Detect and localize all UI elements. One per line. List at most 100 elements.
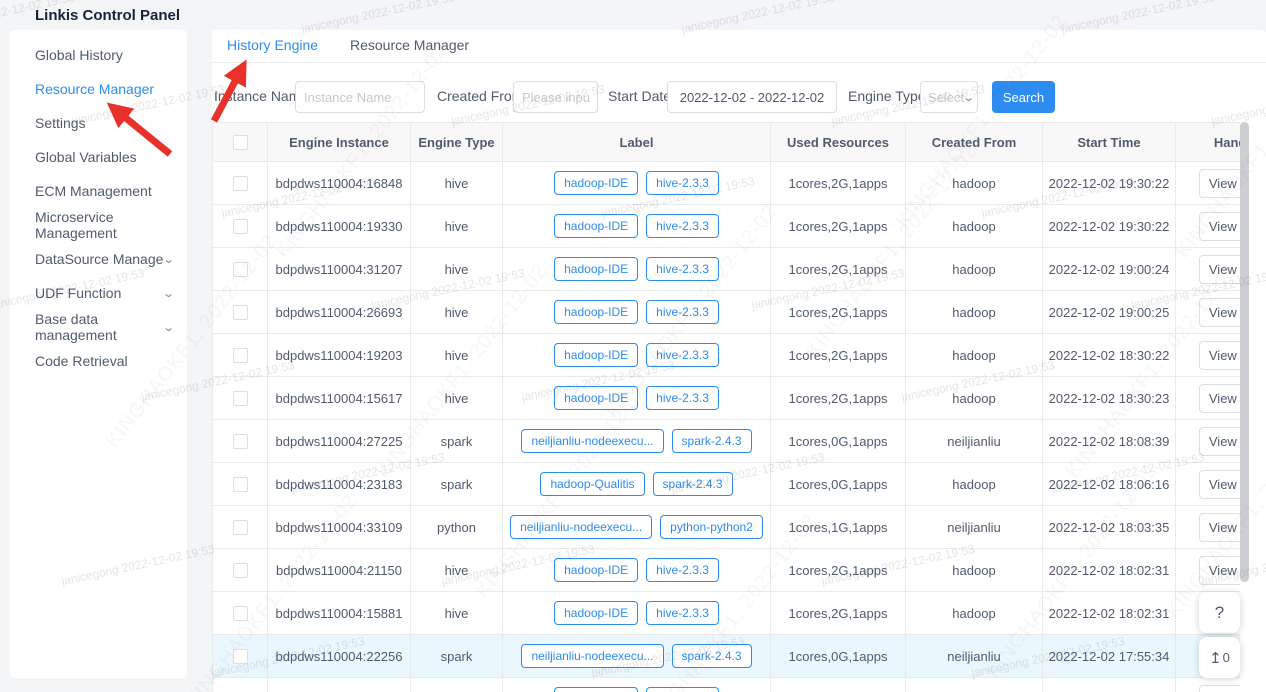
instance-name-input[interactable] <box>295 81 425 113</box>
label-tag[interactable]: hadoop-IDE <box>554 687 638 692</box>
engine-type-cell: hive <box>411 248 503 290</box>
row-checkbox[interactable] <box>233 520 248 535</box>
label-tag[interactable]: hive-2.3.3 <box>646 214 719 238</box>
view-log-button[interactable]: View Log <box>1199 298 1240 327</box>
label-tag[interactable]: hadoop-IDE <box>554 300 638 324</box>
scrollbar-thumb[interactable] <box>1240 122 1249 582</box>
label-tag[interactable]: neiljianliu-nodeexecu... <box>521 429 663 453</box>
created-from-input[interactable] <box>513 81 598 113</box>
sidebar-item-resource-manager[interactable]: Resource Manager <box>10 72 187 106</box>
row-checkbox[interactable] <box>233 649 248 664</box>
view-log-button[interactable]: View Log <box>1199 685 1240 692</box>
sidebar-item-global-variables[interactable]: Global Variables <box>10 140 187 174</box>
label-tag[interactable]: hadoop-IDE <box>554 386 638 410</box>
tab-history-engine[interactable]: History Engine <box>227 37 318 53</box>
label-tag[interactable]: hadoop-IDE <box>554 171 638 195</box>
sidebar-item-settings[interactable]: Settings <box>10 106 187 140</box>
engine-type-cell: hive <box>411 549 503 591</box>
start-time-cell: 2022-12-02 18:02:31 <box>1043 549 1176 591</box>
label-tag[interactable]: hadoop-IDE <box>554 343 638 367</box>
start-time-cell: 2022-12-02 18:06:16 <box>1043 463 1176 505</box>
sidebar-item-ecm-management[interactable]: ECM Management <box>10 174 187 208</box>
engine-instance-cell: bdpdws110004:19330 <box>268 205 411 247</box>
label-tag[interactable]: hive-2.3.3 <box>646 601 719 625</box>
label-tag[interactable]: python-python2 <box>660 515 763 539</box>
label-tag[interactable]: hive-2.3.3 <box>646 558 719 582</box>
view-log-button[interactable]: View Log <box>1199 427 1240 456</box>
label-tag[interactable]: neiljianliu-nodeexecu... <box>510 515 652 539</box>
row-checkbox[interactable] <box>233 305 248 320</box>
row-checkbox[interactable] <box>233 348 248 363</box>
sidebar-item-udf-function[interactable]: UDF Function⌄ <box>10 276 187 310</box>
guide-button[interactable]: ↥ 0 <box>1199 637 1240 678</box>
label-cell: hadoop-IDE hive-2.3.3 <box>503 678 771 692</box>
label-tag[interactable]: spark-2.4.3 <box>672 429 752 453</box>
label-tag[interactable]: neiljianliu-nodeexecu... <box>521 644 663 668</box>
engine-table: Engine InstanceEngine TypeLabelUsed Reso… <box>212 122 1240 692</box>
engine-instance-cell <box>268 678 411 692</box>
label-tag[interactable]: hadoop-IDE <box>554 257 638 281</box>
row-checkbox[interactable] <box>233 563 248 578</box>
table-row: bdpdws110004:33109pythonneiljianliu-node… <box>213 506 1240 549</box>
row-select-cell <box>213 248 268 290</box>
sidebar-item-microservice-management[interactable]: Microservice Management <box>10 208 187 242</box>
label-tag[interactable]: hive-2.3.3 <box>646 300 719 324</box>
engine-type-cell <box>411 678 503 692</box>
sidebar-item-code-retrieval[interactable]: Code Retrieval <box>10 344 187 378</box>
engine-instance-cell: bdpdws110004:23183 <box>268 463 411 505</box>
label-tag[interactable]: spark-2.4.3 <box>672 644 752 668</box>
sidebar-item-label: ECM Management <box>35 183 152 199</box>
row-checkbox[interactable] <box>233 262 248 277</box>
engine-type-cell: spark <box>411 420 503 462</box>
label-tag[interactable]: hadoop-Qualitis <box>540 472 644 496</box>
view-log-button[interactable]: View Log <box>1199 212 1240 241</box>
row-checkbox[interactable] <box>233 434 248 449</box>
sidebar-item-global-history[interactable]: Global History <box>10 38 187 72</box>
label-tag[interactable]: hive-2.3.3 <box>646 171 719 195</box>
label-tag[interactable]: hadoop-IDE <box>554 601 638 625</box>
tab-resource-manager[interactable]: Resource Manager <box>350 37 469 53</box>
row-checkbox[interactable] <box>233 219 248 234</box>
view-log-button[interactable]: View Log <box>1199 470 1240 499</box>
label-tag[interactable]: hive-2.3.3 <box>646 386 719 410</box>
row-checkbox[interactable] <box>233 391 248 406</box>
row-checkbox[interactable] <box>233 606 248 621</box>
row-checkbox[interactable] <box>233 477 248 492</box>
label-tag[interactable]: hadoop-IDE <box>554 214 638 238</box>
start-date-input[interactable] <box>667 81 837 113</box>
sidebar-item-datasource-manage[interactable]: DataSource Manage⌄ <box>10 242 187 276</box>
label-tag[interactable]: hadoop-IDE <box>554 558 638 582</box>
start-time-cell: 2022-12-02 19:00:25 <box>1043 291 1176 333</box>
row-checkbox[interactable] <box>233 176 248 191</box>
handle-cell: View Log <box>1176 678 1240 692</box>
used-resources-cell: 1cores,2G,1apps <box>771 248 906 290</box>
label-tag[interactable]: spark-2.4.3 <box>653 472 733 496</box>
filter-bar: Instance Name Created From Start Date En… <box>212 72 1266 122</box>
label-cell: hadoop-IDE hive-2.3.3 <box>503 205 771 247</box>
view-log-button[interactable]: View Log <box>1199 556 1240 585</box>
start-time-cell: 2022-12-02 18:03:35 <box>1043 506 1176 548</box>
used-resources-cell: 1cores,2G,1apps <box>771 205 906 247</box>
view-log-button[interactable]: View Log <box>1199 169 1240 198</box>
handle-cell: View Log <box>1176 248 1240 290</box>
label-tag[interactable]: hive-2.3.3 <box>646 257 719 281</box>
search-button[interactable]: Search <box>992 81 1055 113</box>
table-scrollbar[interactable] <box>1240 122 1250 692</box>
handle-cell: View Log <box>1176 334 1240 376</box>
engine-instance-cell: bdpdws110004:22256 <box>268 635 411 677</box>
view-log-button[interactable]: View Log <box>1199 255 1240 284</box>
label-tag[interactable]: hive-2.3.3 <box>646 687 719 692</box>
row-select-cell <box>213 463 268 505</box>
view-log-button[interactable]: View Log <box>1199 513 1240 542</box>
engine-type-select[interactable]: Select ⌄ <box>920 81 978 113</box>
used-resources-cell <box>771 678 906 692</box>
sidebar-item-label: Code Retrieval <box>35 353 128 369</box>
help-button[interactable]: ? <box>1199 592 1240 633</box>
select-all-checkbox[interactable] <box>233 135 248 150</box>
sidebar-item-base-data-management[interactable]: Base data management⌄ <box>10 310 187 344</box>
label-tag[interactable]: hive-2.3.3 <box>646 343 719 367</box>
view-log-button[interactable]: View Log <box>1199 341 1240 370</box>
sidebar-item-label: Global Variables <box>35 149 137 165</box>
view-log-button[interactable]: View Log <box>1199 384 1240 413</box>
sidebar-item-label: Microservice Management <box>35 209 173 241</box>
